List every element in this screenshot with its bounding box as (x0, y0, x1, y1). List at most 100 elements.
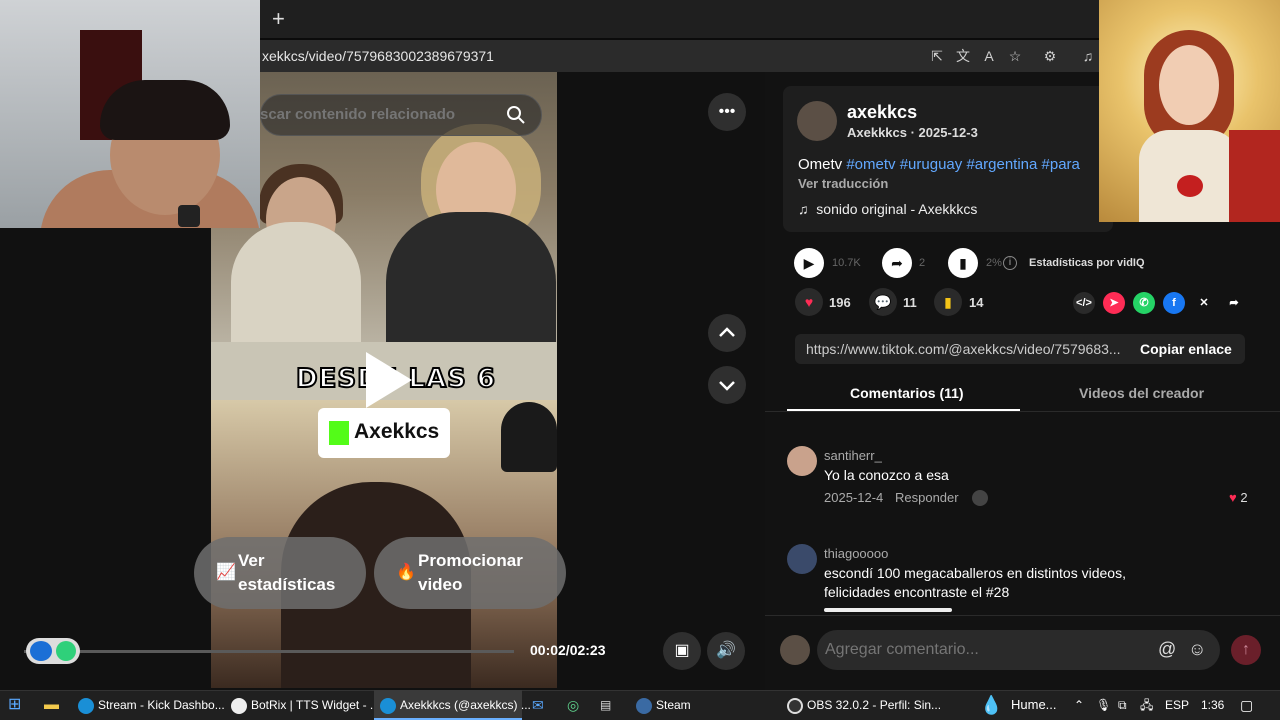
bar-chart-icon: ▮ (948, 248, 978, 278)
reply-button[interactable]: Responder (895, 490, 959, 505)
view-stats-button[interactable]: 📈 Ver estadísticas (194, 537, 366, 609)
x-icon[interactable]: ✕ (1193, 292, 1215, 314)
share-link-text[interactable]: https://www.tiktok.com/@axekkcs/video/75… (806, 341, 1121, 357)
video-time: 00:02/02:23 (530, 642, 606, 658)
kick-logo-icon (329, 421, 349, 445)
comment-username[interactable]: santiherr_ (824, 448, 882, 463)
share-more-icon[interactable]: ➦ (1223, 292, 1245, 314)
weather-icon[interactable]: 💧 (980, 690, 1002, 720)
edge-icon (380, 697, 396, 714)
taskbar-app-botrix[interactable]: BotRix | TTS Widget - ... (225, 690, 380, 720)
promote-video-button[interactable]: 🔥 Promocionar video (374, 537, 566, 609)
send-icon[interactable]: ➤ (1103, 292, 1125, 314)
language-indicator[interactable]: ESP (1165, 690, 1189, 720)
author-subtitle: Axekkkcs · 2025-12-3 (847, 125, 978, 140)
chatgpt-icon[interactable]: ◎ (567, 690, 579, 720)
author-name[interactable]: axekkcs (847, 102, 917, 123)
portrait-face (1159, 45, 1219, 125)
hashtag[interactable]: #ometv (846, 156, 895, 173)
tab-comments[interactable]: Comentarios (11) (850, 385, 964, 401)
read-aloud-icon[interactable]: A (979, 46, 999, 66)
embed-icon[interactable]: </> (1073, 292, 1095, 314)
sacred-heart (1177, 175, 1203, 197)
music-line[interactable]: ♫ sonido original - Axekkkcs (798, 201, 977, 217)
extensions-icon[interactable]: ⚙ (1040, 46, 1060, 66)
active-tab-indicator (787, 409, 1020, 411)
translate-icon[interactable]: 文 (953, 46, 973, 66)
facebook-icon[interactable]: f (1163, 292, 1185, 314)
like-button[interactable]: ♥ (795, 288, 823, 316)
related-search-input[interactable] (260, 106, 490, 123)
whatsapp-icon[interactable]: ✆ (1133, 292, 1155, 314)
clock[interactable]: 1:36 (1201, 690, 1224, 720)
copy-link-button[interactable]: Copiar enlace (1140, 341, 1232, 357)
tabs-divider (765, 411, 1280, 412)
portrait-mantle (1229, 130, 1280, 222)
streamer-hair (100, 80, 230, 140)
hashtag[interactable]: #uruguay (900, 156, 963, 173)
kick-watermark-text: Axekkcs (354, 420, 440, 443)
emoji-icon[interactable]: ☺ (1188, 639, 1206, 660)
heart-icon: ♥ (1229, 490, 1237, 505)
post-description: Ometv #ometv #uruguay #argentina #para (798, 156, 1080, 173)
comment-username[interactable]: thiagooooo (824, 546, 888, 561)
terminal-icon[interactable]: ▤ (600, 690, 611, 720)
pip-icon: ▣ (674, 642, 690, 659)
media-control-icon[interactable]: ♫ (1078, 46, 1098, 66)
send-comment-button[interactable]: ↑ (1231, 635, 1261, 665)
chart-icon: 📈 (216, 564, 236, 581)
portrait-overlay (1099, 0, 1280, 222)
comment-like-count: 2 (1240, 490, 1248, 505)
music-note-icon: ♫ (798, 201, 809, 217)
previous-video-button[interactable] (708, 314, 746, 352)
search-icon[interactable] (505, 104, 527, 126)
hashtag[interactable]: #argentina (966, 156, 1037, 173)
notifications-icon[interactable]: ▢ (1240, 690, 1253, 720)
hashtag[interactable]: #para (1042, 156, 1080, 173)
info-icon[interactable]: i (1003, 256, 1017, 270)
comment-button[interactable]: 💬 (869, 288, 897, 316)
mention-icon[interactable]: @ (1158, 639, 1176, 660)
play-stat-icon: ▶ (794, 248, 824, 278)
volume-icon: 🔊 (716, 642, 736, 659)
view-stats-label-2: estadísticas (238, 575, 336, 594)
mail-icon[interactable]: ✉ (532, 690, 544, 720)
obs-icon (787, 697, 803, 714)
tray-chevron-icon[interactable]: ⌃ (1074, 690, 1084, 720)
video-progress-bar[interactable] (24, 650, 514, 653)
network-icon[interactable]: 🖧 (1140, 690, 1153, 720)
tab-creator-videos[interactable]: Videos del creador (1079, 385, 1204, 401)
more-options-button[interactable]: ••• (708, 93, 746, 131)
tray-app-icon[interactable]: ⧉ (1118, 690, 1127, 720)
save-button[interactable]: ▮ (934, 288, 962, 316)
description-text: Ometv (798, 156, 847, 173)
taskbar-app-kick[interactable]: Stream - Kick Dashbo... (72, 690, 225, 720)
see-translation-link[interactable]: Ver traducción (798, 176, 888, 191)
microphone-icon[interactable]: 🎙 (1096, 690, 1111, 720)
address-url[interactable]: xekkcs/video/7579683002389679371 (262, 48, 494, 64)
taskbar-app-steam[interactable]: Steam (632, 690, 772, 720)
favorite-star-icon[interactable]: ☆ (1005, 46, 1025, 66)
taskbar-label: Stream - Kick Dashbo... (98, 698, 225, 712)
weather-label[interactable]: Hume... (1011, 690, 1057, 720)
windows-start-icon[interactable]: ⊞ (8, 690, 21, 720)
volume-button[interactable]: 🔊 (707, 632, 745, 670)
taskbar-app-obs[interactable]: OBS 32.0.2 - Perfil: Sin... (785, 690, 941, 720)
commenter-avatar[interactable] (787, 544, 817, 574)
file-explorer-icon[interactable]: ▬ (44, 690, 59, 720)
promote-label-1: Promocionar (418, 551, 523, 570)
play-icon[interactable] (366, 352, 412, 408)
commenter-avatar[interactable] (787, 446, 817, 476)
author-avatar[interactable] (797, 101, 837, 141)
steam-icon (636, 697, 652, 714)
poster-helmet (501, 402, 557, 472)
open-in-app-icon[interactable]: ⇱ (927, 46, 947, 66)
next-video-button[interactable] (708, 366, 746, 404)
figure-body (386, 212, 556, 347)
shares-count: 2 (919, 257, 926, 269)
new-tab-button[interactable]: + (272, 6, 285, 32)
pip-button[interactable]: ▣ (663, 632, 701, 670)
comment-like[interactable]: ♥ 2 (1229, 490, 1248, 505)
taskbar-app-tiktok[interactable]: Axekkkcs (@axekkcs) ... (374, 690, 531, 720)
engagement-rate: 2% (986, 257, 1002, 269)
